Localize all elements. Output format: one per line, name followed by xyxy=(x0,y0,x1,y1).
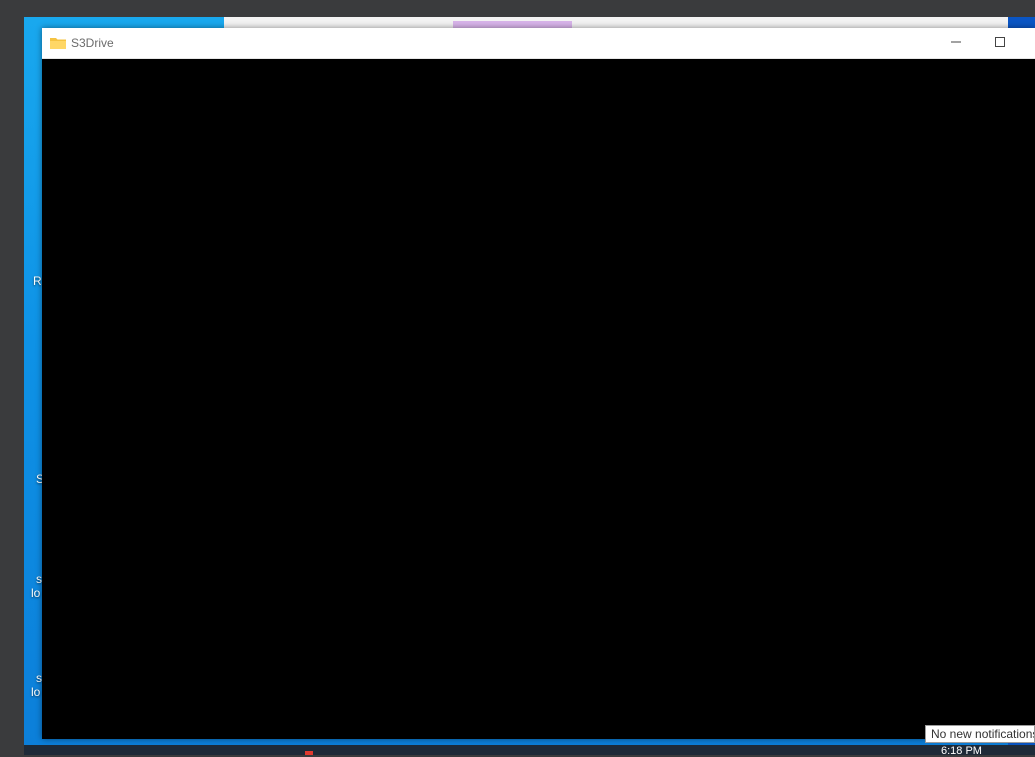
desktop-icon-label[interactable]: R xyxy=(33,274,42,288)
window-content xyxy=(42,59,1035,739)
notification-tooltip: No new notifications xyxy=(925,725,1035,743)
maximize-button[interactable] xyxy=(978,28,1022,58)
minimize-icon xyxy=(951,34,961,52)
minimize-button[interactable] xyxy=(934,28,978,58)
taskbar xyxy=(24,745,1035,755)
folder-icon xyxy=(50,36,66,50)
window-title: S3Drive xyxy=(71,36,114,50)
desktop-icon-label[interactable]: lo xyxy=(31,586,40,600)
desktop-icon-label[interactable]: lo xyxy=(31,685,40,699)
taskbar-clock[interactable]: 6:18 PM xyxy=(941,746,982,757)
taskbar-app-indicator[interactable] xyxy=(305,751,313,755)
title-bar[interactable]: S3Drive xyxy=(42,28,1035,59)
maximize-icon xyxy=(995,34,1005,52)
s3drive-window: S3Drive xyxy=(42,28,1035,739)
